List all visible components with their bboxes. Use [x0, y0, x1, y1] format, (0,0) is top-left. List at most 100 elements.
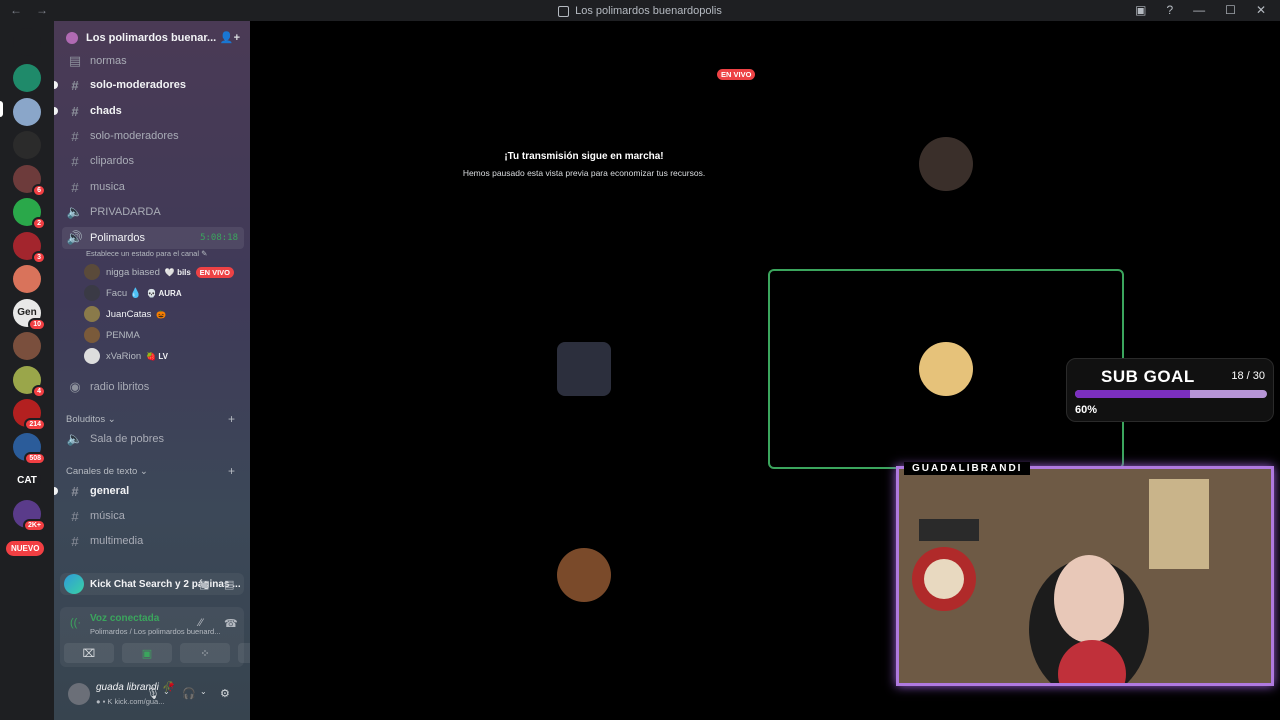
server-blue-icon[interactable]: 508 — [13, 432, 46, 465]
channel-solo-moderadores-unread[interactable]: # solo-moderadores — [54, 74, 244, 96]
popout-icon[interactable]: ▤ — [224, 578, 234, 591]
camera-off-button[interactable]: ⌧ — [64, 643, 114, 663]
channel-radio-libritos[interactable]: ◉ radio libritos — [62, 376, 244, 398]
channel-multimedia[interactable]: # multimedia — [62, 530, 244, 552]
server-collage-icon[interactable] — [13, 97, 41, 126]
server-photo-icon[interactable] — [13, 332, 41, 360]
unread-dot — [54, 81, 58, 89]
server-red-icon[interactable]: 3 — [13, 231, 46, 264]
avatar — [84, 306, 100, 322]
voice-user-name: JuanCatas — [106, 308, 152, 320]
channel-privadarda[interactable]: 🔈 PRIVADARDA — [62, 201, 244, 223]
participant-tile[interactable] — [406, 475, 762, 675]
server-landscape-icon[interactable]: 4 — [13, 365, 46, 398]
voice-user[interactable]: nigga biased 🤍 bils EN VIVO — [84, 263, 244, 281]
microphone-icon[interactable]: 🎙 — [146, 687, 160, 700]
add-channel-icon[interactable]: + — [228, 412, 235, 426]
server-globe-icon[interactable] — [13, 64, 41, 92]
invite-people-icon[interactable]: 👤+ — [220, 31, 240, 44]
goal-progress-bar — [1075, 390, 1267, 398]
voice-user[interactable]: PENMA — [84, 326, 244, 344]
participant-tile[interactable] — [406, 269, 762, 469]
user-panel: guada librandi 🥀 ● ▪ K kick.com/gua... 🎙… — [60, 677, 244, 717]
participant-tile[interactable] — [768, 64, 1124, 264]
server-text-icon[interactable]: Gen 10 — [13, 298, 46, 331]
server-cartoon-icon[interactable] — [13, 265, 41, 293]
guild-icon — [66, 32, 78, 44]
channel-normas[interactable]: ▤ normas — [62, 50, 244, 72]
channel-solo-moderadores[interactable]: # solo-moderadores — [62, 125, 244, 147]
hash-icon: # — [71, 533, 79, 549]
channel-clipardos[interactable]: # clipardos — [62, 150, 244, 172]
channel-label: solo-moderadores — [90, 130, 179, 142]
voice-user[interactable]: Facu 💧 💀 AURA — [84, 284, 244, 302]
chevron-down-icon[interactable]: ⌄ — [163, 687, 170, 696]
noise-suppression-icon[interactable]: ⁄⁄ — [199, 617, 203, 629]
live-badge: EN VIVO — [717, 69, 756, 80]
goal-percent: 60% — [1075, 404, 1098, 416]
channel-musica[interactable]: # musica — [62, 176, 244, 198]
channel-polimardos[interactable]: 🔊 Polimardos 5:08:18 — [62, 227, 244, 249]
window-title: Los polimardos buenardopolis — [0, 5, 1280, 17]
server-red-logo-icon[interactable]: 214 — [13, 399, 46, 431]
channel-sala-de-pobres[interactable]: 🔈 Sala de pobres — [62, 428, 244, 450]
avatar[interactable] — [68, 683, 90, 705]
disconnect-icon[interactable]: ☎ — [224, 617, 238, 630]
stage-icon: ◉ — [69, 379, 81, 394]
maximize-button[interactable]: ☐ — [1225, 3, 1236, 17]
voice-user-tag: 💀 AURA — [146, 288, 182, 298]
voice-user[interactable]: xVaRion 🍓 LV — [84, 347, 244, 365]
channel-label: radio libritos — [90, 381, 150, 393]
minimize-button[interactable]: — — [1193, 3, 1205, 17]
signal-icon[interactable]: ((· — [70, 617, 81, 629]
settings-icon[interactable]: ⚙ — [220, 687, 230, 700]
live-badge: EN VIVO — [195, 266, 234, 278]
category-canales-de-texto[interactable]: Canales de texto ⌄ + — [66, 464, 235, 478]
channel-label: solo-moderadores — [90, 79, 186, 91]
inbox-icon[interactable]: ▣ — [1135, 3, 1146, 17]
activity-panel[interactable]: Kick Chat Search y 2 páginas ... ▣ ▤ — [60, 573, 244, 595]
speaker-active-icon: 🔊 — [66, 230, 84, 245]
activities-button[interactable]: ⁘ — [180, 643, 230, 663]
nuevo-badge[interactable]: NUEVO — [6, 541, 45, 556]
avatar — [84, 264, 100, 280]
help-icon[interactable]: ? — [1166, 3, 1173, 17]
avatar — [84, 327, 100, 343]
add-channel-icon[interactable]: + — [228, 464, 235, 478]
headphones-icon[interactable]: 🎧 — [182, 687, 196, 700]
title-bar: ← → Los polimardos buenardopolis ▣ ? — ☐… — [0, 0, 1280, 21]
avatar — [84, 285, 100, 301]
server-avatar-icon[interactable]: 6 — [13, 164, 46, 197]
voice-status[interactable]: Voz conectada — [90, 613, 159, 624]
goal-progress-fill — [1075, 390, 1191, 398]
paused-message: ¡Tu transmisión sigue en marcha! Hemos p… — [406, 151, 762, 178]
category-boluditos[interactable]: Boluditos ⌄ + — [66, 412, 235, 426]
webcam-scene — [899, 469, 1271, 683]
mention-badge: 214 — [24, 418, 46, 431]
avatar — [919, 137, 973, 191]
voice-user[interactable]: JuanCatas 🎃 — [84, 305, 244, 323]
hash-icon: # — [71, 103, 79, 119]
stream-tile-paused[interactable]: ¡Tu transmisión sigue en marcha! Hemos p… — [406, 64, 762, 264]
channel-sidebar: Los polimardos buenar... ⌄ 👤+ ▤ normas #… — [54, 21, 288, 720]
chevron-down-icon[interactable]: ⌄ — [200, 687, 207, 696]
channel-status-hint[interactable]: Establece un estado para el canal ✎ — [86, 249, 207, 258]
channel-general[interactable]: # general — [54, 480, 244, 502]
screen-icon[interactable]: ▣ — [199, 578, 209, 591]
window-buttons: ▣ ? — ☐ ✕ — [1135, 3, 1266, 17]
channel-musica-2[interactable]: # música — [62, 505, 244, 527]
server-cat-icon[interactable]: CAT — [13, 466, 41, 494]
mention-badge: 3 — [32, 250, 46, 264]
screen-share-button[interactable]: ▣ — [122, 643, 172, 663]
server-dark-icon[interactable] — [13, 131, 41, 159]
mention-badge: 10 — [28, 317, 46, 331]
unread-dot — [54, 487, 58, 495]
discord-home-icon[interactable] — [13, 28, 41, 56]
close-button[interactable]: ✕ — [1256, 3, 1266, 17]
selected-server-pill — [0, 101, 3, 117]
mention-badge: 508 — [24, 451, 46, 465]
server-purple-icon[interactable]: 2K+ — [13, 499, 46, 532]
channel-chads[interactable]: # chads — [54, 100, 244, 122]
channel-label: Sala de pobres — [90, 433, 164, 445]
server-green-icon[interactable]: 2 — [13, 198, 46, 230]
